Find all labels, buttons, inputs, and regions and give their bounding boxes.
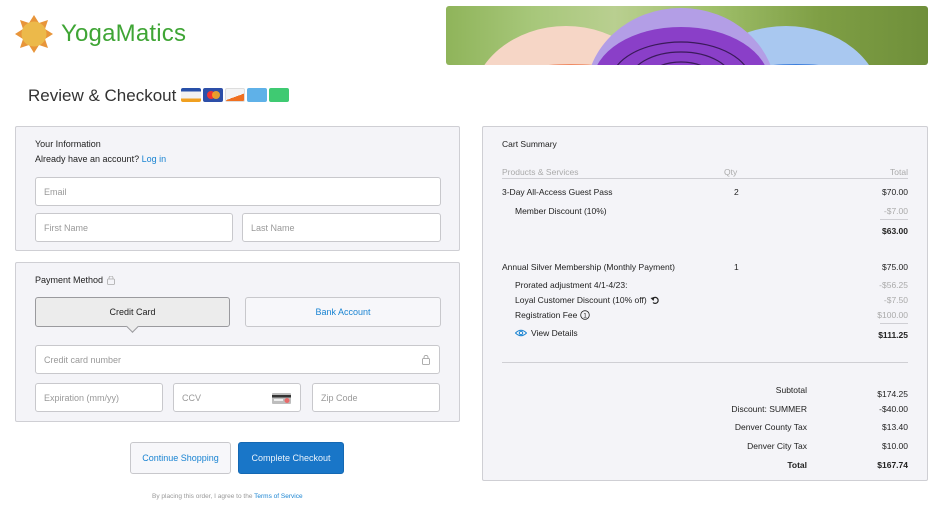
item-line-total: $63.00	[882, 226, 908, 236]
credit-card-number-input[interactable]: Credit card number	[35, 345, 440, 374]
sun-icon	[14, 14, 54, 54]
expiration-input[interactable]: Expiration (mm/yy)	[35, 383, 163, 412]
adjustment-label: Prorated adjustment 4/1-4/23:	[515, 280, 628, 290]
summary-label: Subtotal	[775, 385, 807, 395]
email-input[interactable]: Email	[35, 177, 441, 206]
discover-icon	[225, 88, 245, 102]
terms-notice: By placing this order, I agree to the Te…	[152, 493, 303, 500]
cart-heading: Cart Summary	[502, 139, 557, 149]
continue-shopping-button[interactable]: Continue Shopping	[130, 442, 231, 474]
complete-checkout-button[interactable]: Complete Checkout	[238, 442, 344, 474]
adjustment-amount: -$7.00	[883, 206, 908, 216]
item-qty: 1	[734, 262, 739, 272]
item-qty: 2	[734, 187, 739, 197]
adjustment-label: Loyal Customer Discount (10% off)	[515, 295, 647, 305]
total-value: $167.74	[877, 460, 908, 470]
item-line-total: $111.25	[878, 330, 908, 340]
generic-card-icon	[269, 88, 289, 102]
item-name: Annual Silver Membership (Monthly Paymen…	[502, 262, 675, 272]
ccv-input[interactable]: CCV	[173, 383, 301, 412]
adjustment-label: Member Discount (10%)	[515, 206, 607, 216]
zip-placeholder: Zip Code	[321, 392, 358, 403]
your-information-panel: Your Information Already have an account…	[15, 126, 460, 251]
brand-name: YogaMatics	[61, 20, 187, 47]
adjustment-row: Loyal Customer Discount (10% off)	[515, 295, 660, 305]
item-price: $70.00	[882, 187, 908, 197]
item-price: $75.00	[882, 262, 908, 272]
payment-heading: Payment Method	[35, 275, 115, 285]
page-title: Review & Checkout	[28, 86, 177, 105]
cart-summary-panel: Cart Summary Products & Services Qty Tot…	[482, 126, 928, 481]
column-header-product: Products & Services	[502, 167, 579, 177]
summary-value: $174.25	[877, 389, 908, 399]
tab-bank-account-label: Bank Account	[315, 307, 371, 317]
tab-credit-card[interactable]: Credit Card	[35, 297, 230, 327]
section-heading: Your Information	[35, 139, 101, 149]
line-total-divider	[880, 219, 908, 220]
card-back-icon	[272, 393, 291, 404]
item-name: 3-Day All-Access Guest Pass	[502, 187, 613, 197]
last-name-placeholder: Last Name	[251, 222, 295, 233]
last-name-input[interactable]: Last Name	[242, 213, 441, 242]
ccv-placeholder: CCV	[182, 392, 202, 403]
adjustment-amount: $100.00	[877, 310, 908, 320]
zip-code-input[interactable]: Zip Code	[312, 383, 440, 412]
summary-value: -$40.00	[879, 404, 908, 414]
lock-icon	[107, 275, 115, 285]
summary-label: Discount: SUMMER	[731, 404, 807, 414]
hero-banner-image	[446, 6, 928, 65]
email-placeholder: Email	[44, 186, 67, 197]
terms-of-service-link[interactable]: Terms of Service	[254, 493, 302, 500]
accepted-cards	[181, 88, 289, 102]
column-header-total: Total	[890, 167, 908, 177]
summary-value: $13.40	[882, 422, 908, 432]
first-name-placeholder: First Name	[44, 222, 89, 233]
view-details-link[interactable]: View Details	[515, 328, 578, 338]
summary-divider	[502, 362, 908, 363]
payment-heading-text: Payment Method	[35, 275, 104, 285]
amex-icon	[247, 88, 267, 102]
view-details-label: View Details	[531, 328, 578, 338]
card-number-placeholder: Credit card number	[44, 354, 122, 365]
svg-text:1: 1	[584, 313, 588, 320]
eye-icon	[515, 329, 527, 337]
visa-icon	[181, 88, 201, 102]
first-name-input[interactable]: First Name	[35, 213, 233, 242]
expiration-placeholder: Expiration (mm/yy)	[44, 392, 120, 403]
summary-value: $10.00	[882, 441, 908, 451]
mastercard-icon	[203, 88, 223, 102]
terms-text: By placing this order, I agree to the	[152, 493, 253, 500]
header-divider	[502, 178, 908, 179]
summary-label: Denver City Tax	[747, 441, 807, 451]
line-total-divider	[880, 323, 908, 324]
account-prompt: Already have an account? Log in	[35, 154, 166, 164]
lock-icon	[422, 355, 430, 365]
summary-label: Denver County Tax	[734, 422, 807, 432]
tab-credit-card-label: Credit Card	[109, 307, 156, 317]
info-icon[interactable]: 1	[580, 310, 591, 320]
adjustment-amount: -$7.50	[883, 295, 908, 305]
payment-method-panel: Payment Method Credit Card Bank Account …	[15, 262, 460, 422]
account-prompt-text: Already have an account?	[35, 154, 140, 164]
total-label: Total	[787, 460, 807, 470]
brand-logo[interactable]: YogaMatics	[14, 14, 186, 54]
adjustment-amount: -$56.25	[879, 280, 908, 290]
column-header-qty: Qty	[724, 167, 738, 177]
adjustment-label: Registration Fee	[515, 310, 578, 320]
login-link[interactable]: Log in	[142, 154, 167, 164]
tab-bank-account[interactable]: Bank Account	[245, 297, 441, 327]
adjustment-row: Registration Fee 1	[515, 310, 591, 320]
undo-icon[interactable]	[650, 295, 660, 305]
